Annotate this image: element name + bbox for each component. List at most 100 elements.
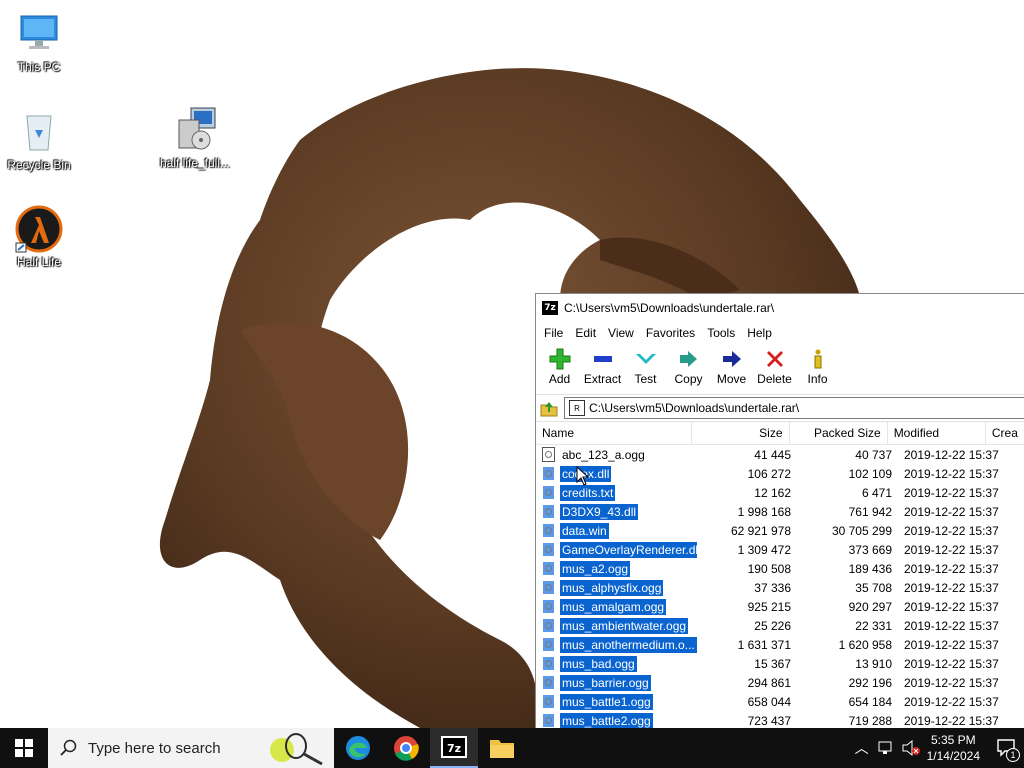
- network-icon[interactable]: [877, 740, 895, 756]
- taskbar-7zip[interactable]: 7z: [430, 728, 478, 768]
- menu-tools[interactable]: Tools: [701, 326, 741, 340]
- file-row[interactable]: mus_ambientwater.ogg 25 226 22 331 2019-12-…: [536, 616, 1024, 635]
- test-button[interactable]: Test: [624, 344, 667, 392]
- volume-muted-icon[interactable]: [901, 740, 921, 756]
- menu-favorites[interactable]: Favorites: [640, 326, 701, 340]
- toolbar: Add Extract Test Copy Move Delete Info: [536, 344, 1024, 395]
- clock-time: 5:35 PM: [930, 733, 976, 747]
- info-label: Info: [807, 372, 828, 386]
- menu-edit[interactable]: Edit: [569, 326, 602, 340]
- menu-file[interactable]: File: [538, 326, 569, 340]
- menu-help[interactable]: Help: [741, 326, 778, 340]
- right-arrow-icon: [722, 351, 741, 367]
- column-name[interactable]: Name: [536, 422, 693, 444]
- file-row[interactable]: data.win 62 921 978 30 705 299 2019-12-22 1…: [536, 521, 1024, 540]
- file-row[interactable]: GameOverlayRenderer.dll 1 309 472 373 669 2…: [536, 540, 1024, 559]
- file-icon: [542, 504, 555, 519]
- search-placeholder: Type here to search: [88, 739, 221, 757]
- file-row[interactable]: D3DX9_43.dll 1 998 168 761 942 2019-12-22 1…: [536, 502, 1024, 521]
- file-row[interactable]: abc_123_a.ogg 41 445 40 737 2019-12-22 15:3…: [536, 445, 1024, 464]
- window-titlebar[interactable]: 7z C:\Users\vm5\Downloads\undertale.rar\: [536, 294, 1024, 322]
- file-size: 25 226: [754, 618, 791, 633]
- file-row[interactable]: credits.txt 12 162 6 471 2019-12-22 15:37: [536, 483, 1024, 502]
- desktop-icon-label: Recycle Bin: [7, 158, 71, 172]
- file-row[interactable]: mus_battle1.ogg 658 044 654 184 2019-12-22 …: [536, 692, 1024, 711]
- file-row[interactable]: mus_battle2.ogg 723 437 719 288 2019-12-22 …: [536, 711, 1024, 729]
- windows-logo-icon: [15, 739, 33, 757]
- file-icon: [542, 580, 555, 595]
- desktop-icon-half-life[interactable]: Half Life: [1, 205, 77, 269]
- file-name: mus_amalgam.ogg: [560, 598, 667, 615]
- desktop-icon-recycle-bin[interactable]: Recycle Bin: [1, 108, 77, 172]
- extract-button[interactable]: Extract: [581, 344, 624, 392]
- info-button[interactable]: Info: [796, 344, 839, 392]
- file-name: mus_battle2.ogg: [560, 712, 653, 729]
- desktop-icon-this-pc[interactable]: This PC: [1, 10, 77, 74]
- file-list: abc_123_a.ogg 41 445 40 737 2019-12-22 15:3…: [536, 445, 1024, 729]
- menu-bar: File Edit View Favorites Tools Help: [536, 322, 1024, 344]
- file-name-cell: mus_a2.ogg: [536, 560, 697, 577]
- svg-text:7z: 7z: [447, 742, 461, 755]
- column-size[interactable]: Size: [692, 422, 790, 444]
- column-created[interactable]: Crea: [986, 422, 1024, 444]
- search-box[interactable]: Type here to search: [48, 728, 334, 768]
- file-icon: [542, 485, 555, 500]
- start-button[interactable]: [0, 728, 48, 768]
- half-life-lambda-icon: [15, 205, 63, 253]
- taskbar-file-explorer[interactable]: [478, 728, 526, 768]
- add-button[interactable]: Add: [538, 344, 581, 392]
- file-icon: [542, 713, 555, 728]
- file-name-cell: credits.txt: [536, 484, 697, 501]
- file-modified: 2019-12-22 15:37: [904, 694, 999, 709]
- move-button[interactable]: Move: [710, 344, 753, 392]
- check-chevron-icon: [635, 354, 656, 364]
- column-modified[interactable]: Modified: [888, 422, 986, 444]
- file-modified: 2019-12-22 15:37: [904, 485, 999, 500]
- file-modified: 2019-12-22 15:37: [904, 580, 999, 595]
- taskbar-edge[interactable]: [334, 728, 382, 768]
- file-packed-size: 920 297: [848, 599, 892, 614]
- file-name: mus_a2.ogg: [560, 560, 631, 577]
- file-packed-size: 1 620 958: [838, 637, 892, 652]
- path-field[interactable]: R C:\Users\vm5\Downloads\undertale.rar\: [564, 397, 1024, 419]
- file-row[interactable]: mus_a2.ogg 190 508 189 436 2019-12-22 15:37: [536, 559, 1024, 578]
- copy-button[interactable]: Copy: [667, 344, 710, 392]
- window-title: C:\Users\vm5\Downloads\undertale.rar\: [564, 301, 775, 315]
- archive-icon: R: [569, 400, 585, 416]
- system-tray: ︿ 5:35 PM 1/14/2024 1: [855, 728, 1024, 768]
- column-packed-size[interactable]: Packed Size: [790, 422, 888, 444]
- file-packed-size: 35 708: [855, 580, 892, 595]
- file-row[interactable]: mus_anothermedium.o... 1 631 371 1 620 958…: [536, 635, 1024, 654]
- file-row[interactable]: mus_bad.ogg 15 367 13 910 2019-12-22 15:37: [536, 654, 1024, 673]
- installer-icon: [178, 107, 216, 150]
- chevron-up-icon[interactable]: ︿: [855, 738, 869, 758]
- clock[interactable]: 5:35 PM 1/14/2024: [927, 732, 980, 764]
- search-icon: [60, 739, 77, 756]
- file-size: 12 162: [754, 485, 791, 500]
- file-row[interactable]: codex.dll 106 272 102 109 2019-12-22 15:37: [536, 464, 1024, 483]
- file-name: mus_battle1.ogg: [560, 693, 653, 710]
- file-name-cell: codex.dll: [536, 465, 697, 482]
- action-center-button[interactable]: 1: [990, 728, 1024, 768]
- folder-up-icon[interactable]: [540, 399, 558, 417]
- desktop-icon-half-life-installer[interactable]: half life_full...: [157, 106, 233, 170]
- desktop-icon-label: half life_full...: [159, 156, 231, 170]
- file-icon: [542, 523, 555, 538]
- file-modified: 2019-12-22 15:37: [904, 542, 999, 557]
- file-modified: 2019-12-22 15:37: [904, 656, 999, 671]
- file-modified: 2019-12-22 15:37: [904, 713, 999, 728]
- file-row[interactable]: mus_amalgam.ogg 925 215 920 297 2019-12-22 …: [536, 597, 1024, 616]
- taskbar-chrome[interactable]: [382, 728, 430, 768]
- file-name-cell: abc_123_a.ogg: [536, 447, 697, 463]
- file-name: D3DX9_43.dll: [560, 503, 639, 520]
- file-icon: [542, 694, 555, 709]
- delete-button[interactable]: Delete: [753, 344, 796, 392]
- file-packed-size: 761 942: [848, 504, 892, 519]
- file-modified: 2019-12-22 15:37: [904, 675, 999, 690]
- file-packed-size: 719 288: [848, 713, 892, 728]
- menu-view[interactable]: View: [602, 326, 640, 340]
- file-size: 1 631 371: [737, 637, 791, 652]
- file-row[interactable]: mus_alphysfix.ogg 37 336 35 708 2019-12-22 …: [536, 578, 1024, 597]
- file-name-cell: mus_battle1.ogg: [536, 693, 697, 710]
- file-row[interactable]: mus_barrier.ogg 294 861 292 196 2019-12-22 …: [536, 673, 1024, 692]
